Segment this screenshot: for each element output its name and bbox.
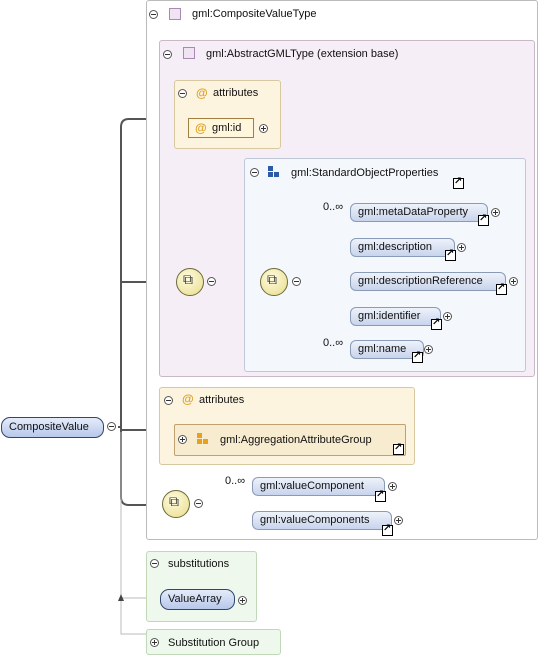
cardinality-label: 0..∞ [225,475,246,487]
substitution-group-label: Substitution Group [168,637,260,649]
reference-link-icon[interactable] [445,248,456,261]
attributes-label: attributes [199,394,245,406]
expand-gml-id-icon[interactable] [259,124,268,133]
root-element-compositevalue[interactable]: CompositeValue [1,417,104,438]
substitutions-label: substitutions [168,558,230,570]
reference-link-icon[interactable] [478,213,489,226]
sequence-icon [176,268,204,296]
expand-element-icon[interactable] [424,345,433,354]
reference-link-icon[interactable] [431,317,442,330]
expand-element-icon[interactable] [491,208,500,217]
reference-link-icon[interactable] [496,282,507,295]
attribute-icon: @ [182,392,194,406]
collapse-attributes-icon[interactable] [178,89,187,98]
complex-type-icon [169,8,181,20]
attribute-icon: @ [196,86,208,100]
collapse-abstract-type-icon[interactable] [163,50,172,59]
collapse-sequence-icon[interactable] [194,499,203,508]
element-description-reference[interactable]: gml:descriptionReference [350,272,506,291]
expand-substitution-icon[interactable] [238,596,247,605]
collapse-substitutions-icon[interactable] [150,559,159,568]
sequence-icon [260,268,288,296]
attribute-name: gml:id [212,122,242,134]
expand-element-icon[interactable] [509,277,518,286]
attribute-gml-id[interactable]: @ gml:id [188,118,254,138]
expand-substitution-group-icon[interactable] [150,638,159,647]
element-description[interactable]: gml:description [350,238,455,257]
abstract-type-title: gml:AbstractGMLType (extension base) [206,48,399,60]
element-identifier[interactable]: gml:identifier [350,307,441,326]
collapse-sequence-icon[interactable] [292,277,301,286]
reference-link-icon[interactable] [412,350,423,363]
reference-link-icon[interactable] [453,176,464,189]
aggregation-group-label: gml:AggregationAttributeGroup [220,434,372,446]
attributes-label: attributes [213,87,259,99]
sequence-icon [162,490,190,518]
cardinality-label: 0..∞ [323,201,344,213]
collapse-sequence-icon[interactable] [207,277,216,286]
collapse-root-icon[interactable] [107,422,116,431]
reference-link-icon[interactable] [382,523,393,536]
complex-type-icon [183,47,195,59]
expand-attribute-group-icon[interactable] [178,435,187,444]
substitution-valuearray[interactable]: ValueArray [160,589,235,610]
expand-element-icon[interactable] [388,482,397,491]
group-icon [268,166,280,178]
element-value-components[interactable]: gml:valueComponents [252,511,392,530]
collapse-attributes-icon[interactable] [164,396,173,405]
reference-link-icon[interactable] [375,489,386,502]
expand-element-icon[interactable] [394,516,403,525]
cardinality-label: 0..∞ [323,337,344,349]
standard-props-title: gml:StandardObjectProperties [291,167,439,179]
collapse-composite-type-icon[interactable] [149,10,158,19]
attribute-icon: @ [195,121,207,135]
expand-element-icon[interactable] [457,243,466,252]
element-metadataproperty[interactable]: gml:metaDataProperty [350,203,488,222]
reference-link-icon[interactable] [393,442,404,455]
composite-type-title: gml:CompositeValueType [192,8,317,20]
attribute-group-icon [197,433,209,445]
element-value-component[interactable]: gml:valueComponent [252,477,385,496]
collapse-group-icon[interactable] [250,168,259,177]
expand-element-icon[interactable] [443,312,452,321]
